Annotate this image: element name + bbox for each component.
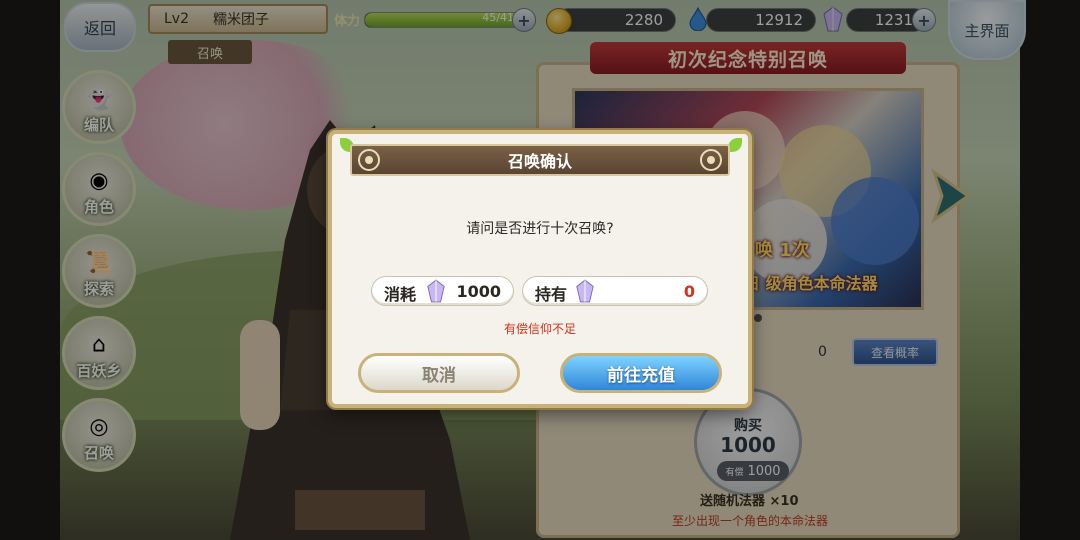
cost-value: 1000 (456, 282, 501, 301)
crystal-icon (576, 279, 594, 303)
dialog-title-text: 召唤确认 (507, 152, 572, 171)
dialog-question: 请问是否进行十次召唤? (466, 221, 614, 237)
cost-field: 消耗 1000 (371, 276, 514, 306)
flower-ornament-icon (700, 149, 722, 171)
cost-label: 消耗 (384, 285, 417, 304)
go-recharge-button[interactable]: 前往充值 (560, 353, 722, 393)
insufficient-warning: 有偿信仰不足 (503, 322, 576, 336)
held-field: 持有 0 (522, 276, 708, 306)
flower-ornament-icon (358, 149, 380, 171)
crystal-icon (427, 279, 445, 303)
cancel-button[interactable]: 取消 (358, 353, 520, 393)
held-label: 持有 (535, 285, 568, 304)
dialog-title: 召唤确认 (350, 144, 730, 176)
held-value: 0 (683, 282, 695, 301)
